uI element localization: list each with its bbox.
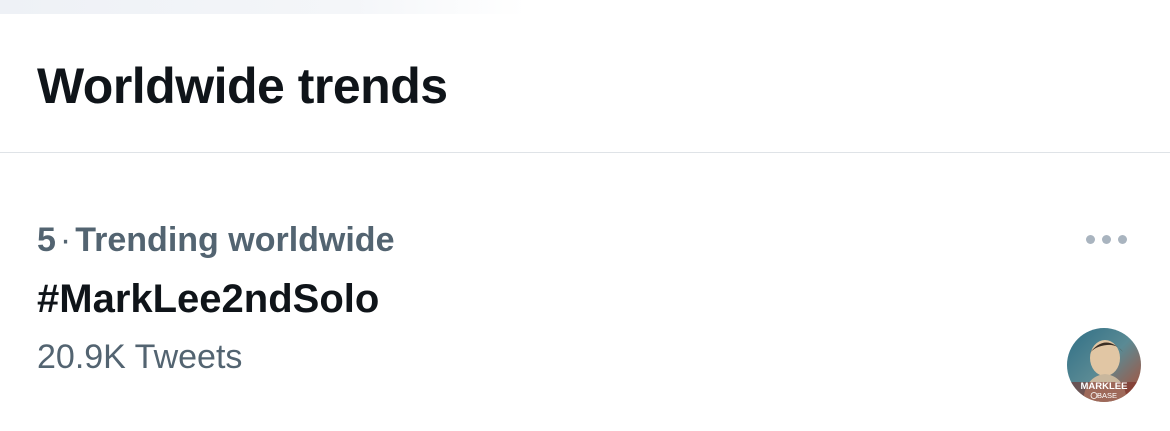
- page-header: Worldwide trends: [0, 0, 1170, 153]
- trend-rank: 5: [37, 221, 56, 259]
- trend-separator: ·: [59, 221, 72, 259]
- trend-item[interactable]: 5 · Trending worldwide #MarkLee2ndSolo 20.…: [0, 153, 1170, 431]
- trend-context: Trending worldwide: [75, 221, 395, 259]
- trend-hashtag[interactable]: #MarkLee2ndSolo: [37, 276, 379, 322]
- trend-meta: 5 · Trending worldwide: [37, 220, 394, 260]
- more-horizontal-icon: [1085, 234, 1095, 244]
- page-title: Worldwide trends: [37, 58, 448, 114]
- avatar[interactable]: MARKLEE BASE: [1067, 328, 1141, 402]
- more-options-button[interactable]: [1078, 221, 1134, 257]
- avatar-text-line2: BASE: [1097, 391, 1117, 400]
- more-horizontal-icon: [1101, 234, 1111, 244]
- more-horizontal-icon: [1117, 234, 1127, 244]
- avatar-image: MARKLEE BASE: [1067, 328, 1141, 402]
- tweet-count: 20.9K Tweets: [37, 338, 243, 376]
